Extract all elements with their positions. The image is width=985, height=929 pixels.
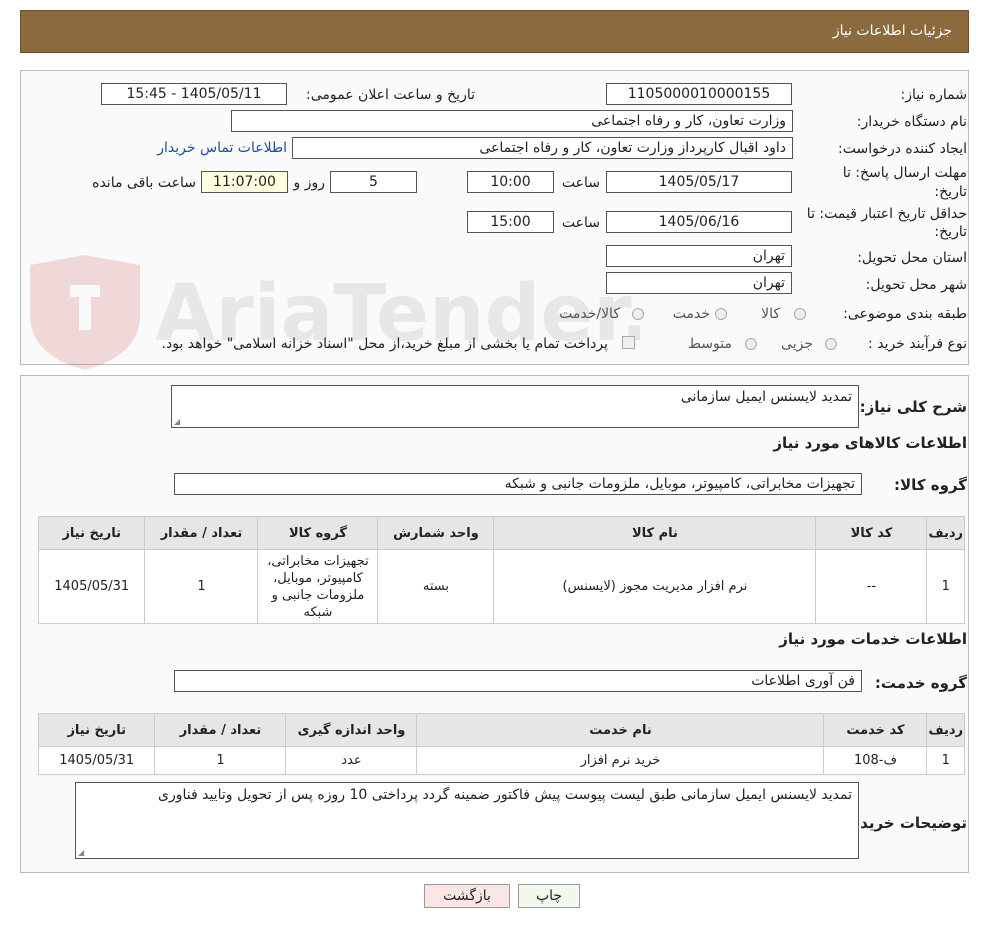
goods-header-unit: واحد شمارش [377,516,495,550]
treasury-payment-checkbox[interactable] [622,336,635,349]
service-cell-name: خرید نرم افزار [416,746,825,775]
service-cell-unit: عدد [285,746,418,775]
service-cell-code: ف-108 [823,746,928,775]
services-section-title: اطلاعات خدمات مورد نیاز [779,630,967,648]
goods-table: ردیف کد کالا نام کالا واحد شمارش گروه کا… [37,516,965,624]
remaining-label: ساعت باقی مانده [92,175,196,191]
description-label: شرح کلی نیاز: [859,398,967,416]
deadline-label-date: تاریخ: [934,184,967,200]
page-header: جزئیات اطلاعات نیاز [20,10,969,53]
goods-header-code: کد کالا [815,516,928,550]
buyer-contact-link[interactable]: اطلاعات تماس خریدار [157,140,287,156]
city-field: تهران [606,272,792,294]
validity-time-field: 15:00 [467,211,554,233]
province-label: استان محل تحویل: [857,250,967,266]
need-number-label: شماره نیاز: [900,87,968,103]
validity-date-field: 1405/06/16 [606,211,792,233]
category-service-label: خدمت [672,306,710,322]
process-radio-minor[interactable] [825,338,837,350]
goods-cell-qty: 1 [144,549,259,624]
goods-cell-date: 1405/05/31 [37,549,146,624]
deadline-date-field: 1405/05/17 [606,171,792,193]
goods-cell-row: 1 [926,549,965,624]
service-header-code: کد خدمت [823,713,928,747]
validity-label-date: تاریخ: [934,224,967,240]
service-cell-row: 1 [926,746,965,775]
goods-section-title: اطلاعات کالاهای مورد نیاز [773,434,967,452]
creator-label: ایجاد کننده درخواست: [838,141,967,157]
goods-header-row: ردیف [926,516,965,550]
resize-grip-icon[interactable]: ◢ [174,417,180,426]
description-text: تمدید لایسنس ایمیل سازمانی [680,389,852,405]
service-cell-date: 1405/05/31 [37,746,156,775]
validity-label: حداقل تاریخ اعتبار قیمت: تا [806,206,967,222]
remaining-time-field: 11:07:00 [201,171,288,193]
service-cell-qty: 1 [154,746,287,775]
services-table: ردیف کد خدمت نام خدمت واحد اندازه گیری ت… [37,713,965,775]
buyer-notes-text: تمدید لایسنس ایمیل سازمانی طبق لیست پیوس… [158,787,852,803]
service-group-field: فن آوری اطلاعات [174,670,862,692]
city-label: شهر محل تحویل: [865,277,967,293]
process-medium-label: متوسط [688,336,732,352]
category-radio-both[interactable] [632,308,644,320]
process-minor-label: جزیی [781,336,813,352]
need-number-field: 1105000010000155 [606,83,792,105]
back-button[interactable]: بازگشت [424,884,510,908]
description-textarea[interactable]: تمدید لایسنس ایمیل سازمانی ◢ [171,385,859,428]
service-header-row: ردیف [926,713,965,747]
process-label: نوع فرآیند خرید : [868,336,967,352]
process-radio-medium[interactable] [745,338,757,350]
service-header-qty: تعداد / مقدار [154,713,287,747]
service-group-label: گروه خدمت: [874,674,967,692]
goods-group-field: تجهیزات مخابراتی، کامپیوتر، موبایل، ملزو… [174,473,862,495]
buyer-org-field: وزارت تعاون، کار و رفاه اجتماعی [231,110,793,132]
category-radio-goods[interactable] [794,308,806,320]
announce-label: تاریخ و ساعت اعلان عمومی: [306,87,475,103]
deadline-hour-label: ساعت [561,175,600,191]
resize-grip-icon[interactable]: ◢ [78,848,84,857]
page-title: جزئیات اطلاعات نیاز [832,23,952,39]
announce-field: 1405/05/11 - 15:45 [101,83,287,105]
print-button[interactable]: چاپ [518,884,580,908]
service-header-name: نام خدمت [416,713,825,747]
goods-header-date: تاریخ نیاز [37,516,146,550]
service-header-unit: واحد اندازه گیری [285,713,418,747]
category-both-label: کالا/خدمت [559,306,620,322]
validity-hour-label: ساعت [561,215,600,231]
days-field: 5 [330,171,417,193]
service-header-date: تاریخ نیاز [37,713,156,747]
deadline-label: مهلت ارسال پاسخ: تا [842,165,967,181]
category-label: طبقه بندی موضوعی: [843,306,967,322]
buyer-notes-textarea[interactable]: تمدید لایسنس ایمیل سازمانی طبق لیست پیوس… [75,782,859,859]
category-goods-label: کالا [761,306,780,322]
goods-header-name: نام کالا [493,516,817,550]
goods-cell-code: -- [815,549,928,624]
goods-header-group: گروه کالا [257,516,379,550]
goods-group-label: گروه کالا: [894,476,967,494]
category-radio-service[interactable] [715,308,727,320]
goods-header-qty: تعداد / مقدار [144,516,259,550]
goods-cell-unit: بسته [377,549,495,624]
table-row: 1 -- نرم افزار مدیریت مجوز (لایسنس) بسته… [37,549,965,624]
deadline-time-field: 10:00 [467,171,554,193]
buyer-org-label: نام دستگاه خریدار: [856,114,967,130]
goods-cell-group: تجهیزات مخابراتی، کامپیوتر، موبایل، ملزو… [257,549,379,624]
buyer-notes-label: توضیحات خریدار: [840,814,967,832]
creator-field: داود اقبال کارپرداز وزارت تعاون، کار و ر… [292,137,793,159]
table-row: 1 ف-108 خرید نرم افزار عدد 1 1405/05/31 [37,746,965,775]
province-field: تهران [606,245,792,267]
treasury-payment-note: پرداخت تمام یا بخشی از مبلغ خرید،از محل … [161,336,608,352]
days-label: روز و [293,175,326,191]
goods-cell-name: نرم افزار مدیریت مجوز (لایسنس) [493,549,817,624]
